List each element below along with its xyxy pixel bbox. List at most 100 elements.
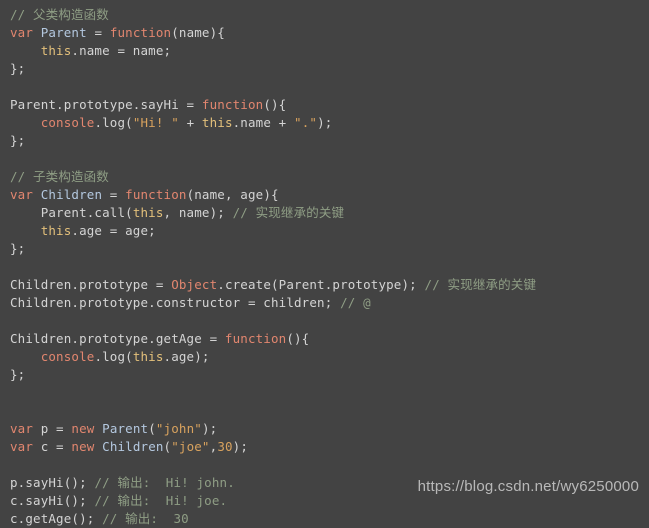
code-token-this: this [132, 349, 164, 364]
code-token-plain: }; [10, 367, 26, 382]
code-token-plain: Parent.call( [10, 205, 133, 220]
code-line: Parent.call(this, name); // 实现继承的关键 [0, 204, 649, 222]
code-token-plain: p.sayHi(); [10, 475, 95, 490]
code-line: Children.prototype.getAge = function(){ [0, 330, 649, 348]
code-token-plain: (){ [263, 97, 287, 112]
code-token-comment: // 输出: Hi! joe. [94, 493, 228, 508]
code-token-plain: .name + [232, 115, 295, 130]
code-token-plain: = [86, 25, 110, 40]
code-token-string: "." [294, 115, 318, 130]
code-token-plain: p = [33, 421, 72, 436]
code-token-ident: Children [102, 439, 164, 454]
code-line: // 子类构造函数 [0, 168, 649, 186]
code-token-plain: .name = name; [71, 43, 172, 58]
code-token-plain: c.sayHi(); [10, 493, 95, 508]
code-line: }; [0, 366, 649, 384]
code-line: this.age = age; [0, 222, 649, 240]
code-line: var Parent = function(name){ [0, 24, 649, 42]
code-token-builtin: Object [171, 277, 218, 292]
code-token-builtin: console [40, 349, 95, 364]
code-token-plain: }; [10, 241, 26, 256]
code-line: this.name = name; [0, 42, 649, 60]
code-line: Parent.prototype.sayHi = function(){ [0, 96, 649, 114]
code-line: c.getAge(); // 输出: 30 [0, 510, 649, 528]
code-token-comment: // 实现继承的关键 [424, 277, 537, 292]
code-token-plain: .create(Parent.prototype); [217, 277, 425, 292]
code-token-string: "Hi! " [132, 115, 179, 130]
code-token-plain: , name); [163, 205, 233, 220]
code-token-plain: ); [201, 421, 218, 436]
watermark-url: https://blog.csdn.net/wy6250000 [417, 478, 639, 495]
code-token-keyword: new [71, 421, 95, 436]
code-token-keyword: var [10, 187, 34, 202]
code-token-plain: (name){ [171, 25, 225, 40]
code-token-this: this [201, 115, 233, 130]
code-token-comment: // 实现继承的关键 [232, 205, 345, 220]
code-line: }; [0, 60, 649, 78]
code-token-plain: }; [10, 61, 26, 76]
code-line: console.log(this.age); [0, 348, 649, 366]
code-token-keyword: function [109, 25, 172, 40]
code-line: var c = new Children("joe",30); [0, 438, 649, 456]
code-token-plain: + [178, 115, 202, 130]
code-token-comment: // 输出: 30 [102, 511, 189, 526]
code-token-plain: (){ [286, 331, 310, 346]
code-token-keyword: var [10, 25, 34, 40]
code-token-comment: // @ [340, 295, 371, 310]
code-token-plain: Children.prototype.getAge = [10, 331, 225, 346]
code-token-ident: Children [40, 187, 103, 202]
code-token-plain: c = [33, 439, 72, 454]
code-token-plain: = [102, 187, 126, 202]
code-editor[interactable]: // 父类构造函数 var Parent = function(name){ th… [0, 0, 649, 526]
code-token-builtin: console [40, 115, 95, 130]
code-line: Children.prototype.constructor = childre… [0, 294, 649, 312]
code-token-plain: ); [232, 439, 249, 454]
code-token-plain: .age = age; [71, 223, 156, 238]
code-token-plain: ( [148, 421, 156, 436]
code-token-plain: (name, age){ [186, 187, 279, 202]
code-token-plain: c.getAge(); [10, 511, 103, 526]
code-token-comment: // 子类构造函数 [10, 169, 109, 184]
code-token-plain: .age); [163, 349, 210, 364]
code-token-comment: // 父类构造函数 [10, 7, 109, 22]
code-line: var p = new Parent("john"); [0, 420, 649, 438]
code-token-ident: Parent [40, 25, 87, 40]
code-token-keyword: var [10, 439, 34, 454]
code-token-ident: Parent [102, 421, 149, 436]
code-token-plain: Parent.prototype.sayHi = [10, 97, 202, 112]
code-lines-container: // 父类构造函数 var Parent = function(name){ th… [0, 6, 649, 528]
code-token-number: 30 [217, 439, 233, 454]
code-token-keyword: new [71, 439, 95, 454]
code-token-this: this [40, 43, 72, 58]
code-token-keyword: function [125, 187, 187, 202]
code-line: var Children = function(name, age){ [0, 186, 649, 204]
code-line: Children.prototype = Object.create(Paren… [0, 276, 649, 294]
code-token-keyword: function [201, 97, 264, 112]
code-line: }; [0, 132, 649, 150]
code-token-keyword: var [10, 421, 34, 436]
code-token-this: this [40, 223, 72, 238]
code-token-plain: }; [10, 133, 26, 148]
code-token-keyword: function [224, 331, 287, 346]
code-line: console.log("Hi! " + this.name + "."); [0, 114, 649, 132]
code-line: // 父类构造函数 [0, 6, 649, 24]
code-token-plain: .log( [94, 115, 133, 130]
code-token-plain: ); [317, 115, 333, 130]
code-token-string: "joe" [171, 439, 210, 454]
code-token-comment: // 输出: Hi! john. [94, 475, 235, 490]
code-token-plain: Children.prototype = [10, 277, 172, 292]
